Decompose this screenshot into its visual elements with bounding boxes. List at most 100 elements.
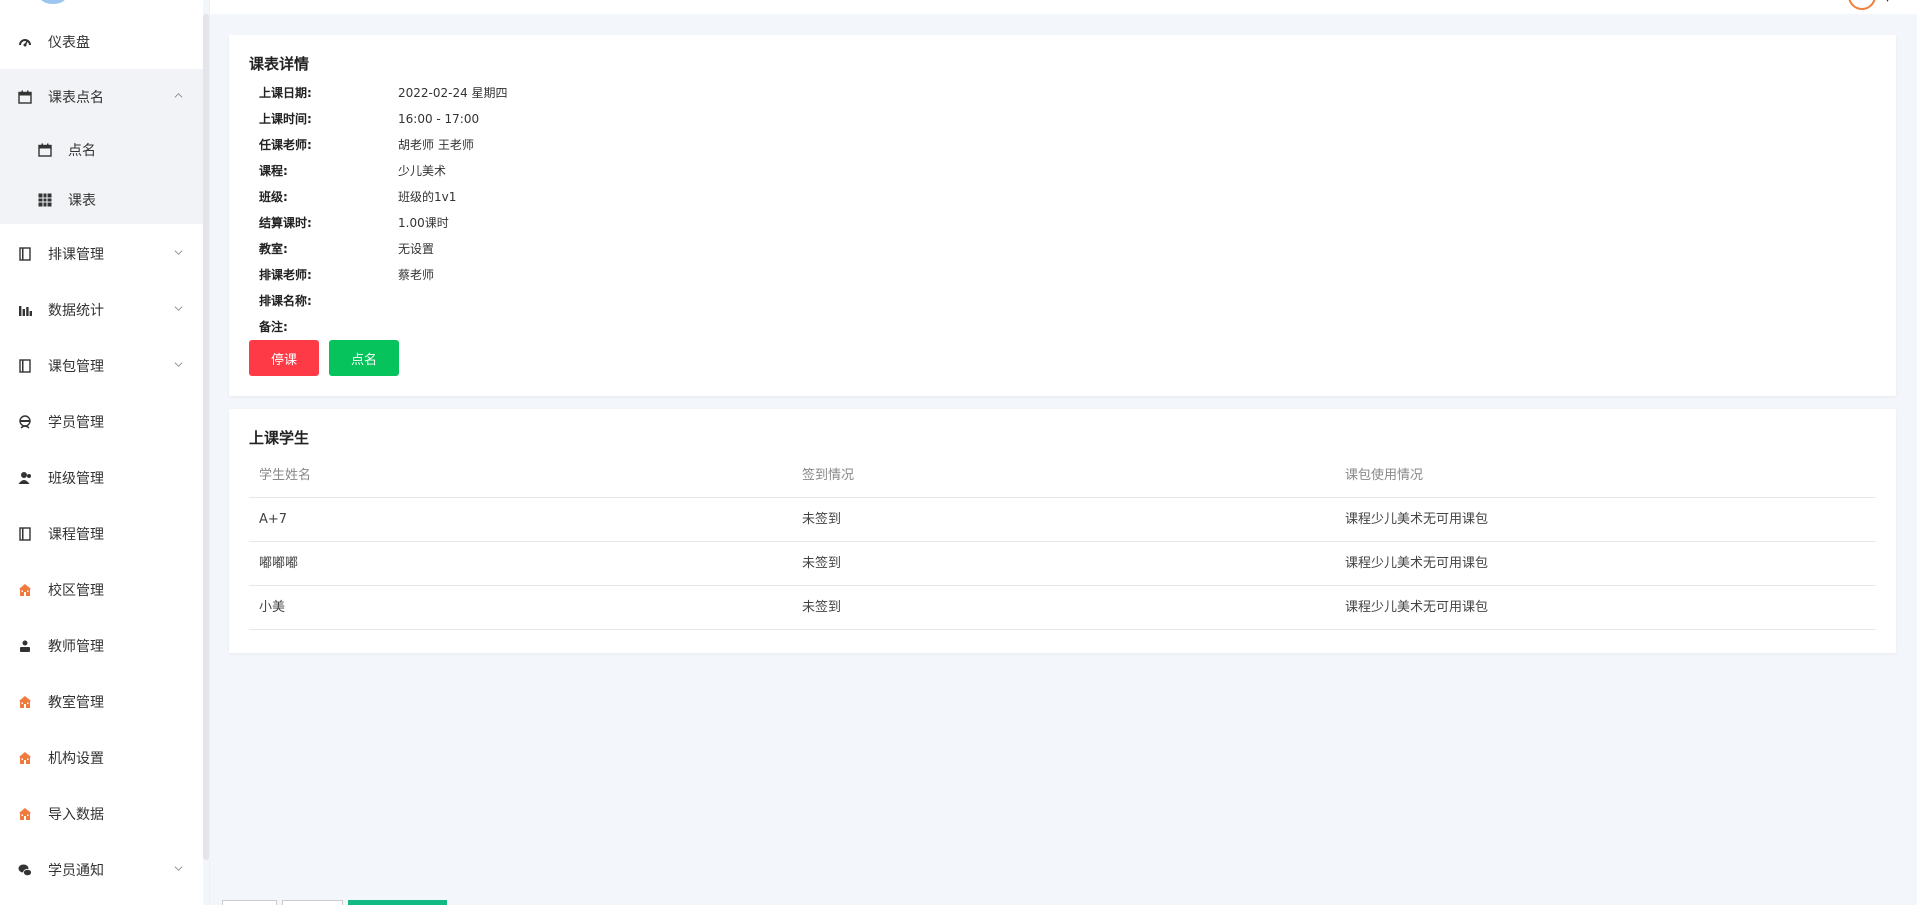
school-icon	[18, 695, 32, 709]
sidebar-item-label: 导入数据	[48, 807, 104, 823]
sidebar-item-notifications[interactable]: 学员通知	[0, 842, 203, 898]
sidebar-item-label: 班级管理	[48, 471, 104, 487]
column-header-checkin: 签到情况	[802, 468, 855, 483]
users-icon	[18, 471, 32, 485]
checkin-status: 未签到	[802, 512, 842, 527]
checkin-status: 未签到	[802, 600, 842, 615]
detail-value: 2022-02-24 星期四	[398, 86, 508, 100]
divider	[209, 0, 210, 905]
bottom-tab[interactable]	[222, 900, 277, 905]
sidebar-item-classrooms[interactable]: 教室管理	[0, 674, 203, 730]
logo	[40, 0, 66, 4]
book-icon	[18, 359, 32, 373]
calendar-check-icon	[38, 143, 52, 157]
detail-value: 1.00课时	[398, 216, 449, 230]
chevron-down-icon	[174, 362, 183, 367]
wechat-icon	[18, 863, 32, 877]
sidebar-item-label: 排课管理	[48, 247, 104, 263]
stop-class-button[interactable]: 停课	[249, 340, 319, 376]
chevron-down-icon	[174, 306, 183, 311]
package-status: 课程少儿美术无可用课包	[1345, 556, 1489, 571]
chevron-up-icon	[174, 93, 183, 98]
sidebar-item-dashboard[interactable]: 仪表盘	[0, 14, 203, 70]
sidebar-item-students[interactable]: 学员管理	[0, 394, 203, 450]
table-grid-icon	[38, 193, 52, 207]
column-header-package: 课包使用情况	[1345, 468, 1424, 483]
sidebar-item-scheduling[interactable]: 排课管理	[0, 226, 203, 282]
sidebar-item-label: 仪表盘	[48, 35, 90, 51]
sidebar-item-label: 校区管理	[48, 583, 104, 599]
sidebar-item-org-settings[interactable]: 机构设置	[0, 730, 203, 786]
detail-key: 班级:	[259, 190, 288, 204]
roll-call-button[interactable]: 点名	[329, 340, 399, 376]
teacher-icon	[18, 639, 32, 653]
sidebar-item-label: 课包管理	[48, 359, 104, 375]
school-icon	[18, 583, 32, 597]
package-status: 课程少儿美术无可用课包	[1345, 600, 1489, 615]
sidebar-item-label: 课程管理	[48, 527, 104, 543]
sidebar-item-label: 数据统计	[48, 303, 104, 319]
package-status: 课程少儿美术无可用课包	[1345, 512, 1489, 527]
sidebar: 仪表盘 课表点名 点名 课表 排课管理 数据统计 课包管理 学员管理 班级管理 …	[0, 0, 203, 905]
detail-value: 无设置	[398, 242, 435, 256]
sidebar-subitem-label: 课表	[68, 193, 96, 209]
sidebar-item-label: 学员管理	[48, 415, 104, 431]
detail-key: 课程:	[259, 164, 288, 178]
sidebar-subitem-label: 点名	[68, 143, 96, 159]
student-icon	[18, 415, 32, 429]
sidebar-item-label: 学员通知	[48, 863, 104, 879]
card-title: 上课学生	[249, 429, 310, 447]
detail-key: 排课老师:	[259, 268, 312, 282]
top-header	[210, 0, 1917, 14]
student-name: A+7	[259, 512, 288, 527]
detail-value: 少儿美术	[398, 164, 447, 178]
dashboard-icon	[18, 35, 32, 49]
sidebar-item-label: 课表点名	[48, 90, 104, 106]
card-title: 课表详情	[249, 55, 310, 73]
detail-key: 任课老师:	[259, 138, 312, 152]
school-icon	[18, 751, 32, 765]
sidebar-item-courses[interactable]: 课程管理	[0, 506, 203, 562]
chevron-down-icon	[174, 866, 183, 871]
detail-value: 胡老师 王老师	[398, 138, 474, 152]
sidebar-item-teachers[interactable]: 教师管理	[0, 618, 203, 674]
table-header: 学生姓名 签到情况 课包使用情况	[249, 454, 1876, 498]
book-icon	[18, 527, 32, 541]
sidebar-item-label: 教师管理	[48, 639, 104, 655]
chevron-down-icon[interactable]: ▾	[1885, 0, 1890, 5]
detail-value: 蔡老师	[398, 268, 435, 282]
bottom-tab[interactable]	[282, 900, 343, 905]
table-row[interactable]: 嘟嘟嘟 未签到 课程少儿美术无可用课包	[249, 542, 1876, 586]
chevron-down-icon	[174, 250, 183, 255]
detail-key: 排课名称:	[259, 294, 312, 308]
sidebar-item-import-data[interactable]: 导入数据	[0, 786, 203, 842]
sidebar-item-label: 机构设置	[48, 751, 104, 767]
sidebar-item-campus[interactable]: 校区管理	[0, 562, 203, 618]
detail-key: 教室:	[259, 242, 288, 256]
detail-value: 16:00 - 17:00	[398, 112, 480, 126]
column-header-name: 学生姓名	[259, 468, 312, 483]
sidebar-item-classes[interactable]: 班级管理	[0, 450, 203, 506]
sidebar-subitem-timetable[interactable]: 课表	[0, 175, 203, 225]
school-icon	[18, 807, 32, 821]
student-name: 嘟嘟嘟	[259, 556, 299, 571]
sidebar-item-packages[interactable]: 课包管理	[0, 338, 203, 394]
bottom-tab-active[interactable]	[348, 900, 447, 905]
bar-chart-icon	[18, 303, 32, 317]
detail-key: 备注:	[259, 320, 288, 334]
table-row[interactable]: A+7 未签到 课程少儿美术无可用课包	[249, 498, 1876, 542]
detail-key: 上课时间:	[259, 112, 312, 126]
table-row[interactable]: 小美 未签到 课程少儿美术无可用课包	[249, 586, 1876, 630]
sidebar-item-label: 教室管理	[48, 695, 104, 711]
students-table: 学生姓名 签到情况 课包使用情况 A+7 未签到 课程少儿美术无可用课包 嘟嘟嘟…	[249, 454, 1876, 630]
detail-value: 班级的1v1	[398, 190, 457, 204]
book-icon	[18, 247, 32, 261]
sidebar-item-statistics[interactable]: 数据统计	[0, 282, 203, 338]
calendar-icon	[18, 90, 32, 104]
sidebar-subitem-roll-call[interactable]: 点名	[0, 125, 203, 175]
students-card: 上课学生 学生姓名 签到情况 课包使用情况 A+7 未签到 课程少儿美术无可用课…	[229, 409, 1896, 653]
checkin-status: 未签到	[802, 556, 842, 571]
detail-key: 上课日期:	[259, 86, 312, 100]
sidebar-item-schedule-roll-call[interactable]: 课表点名	[0, 69, 203, 125]
schedule-detail-card: 课表详情 上课日期: 2022-02-24 星期四 上课时间: 16:00 - …	[229, 35, 1896, 396]
